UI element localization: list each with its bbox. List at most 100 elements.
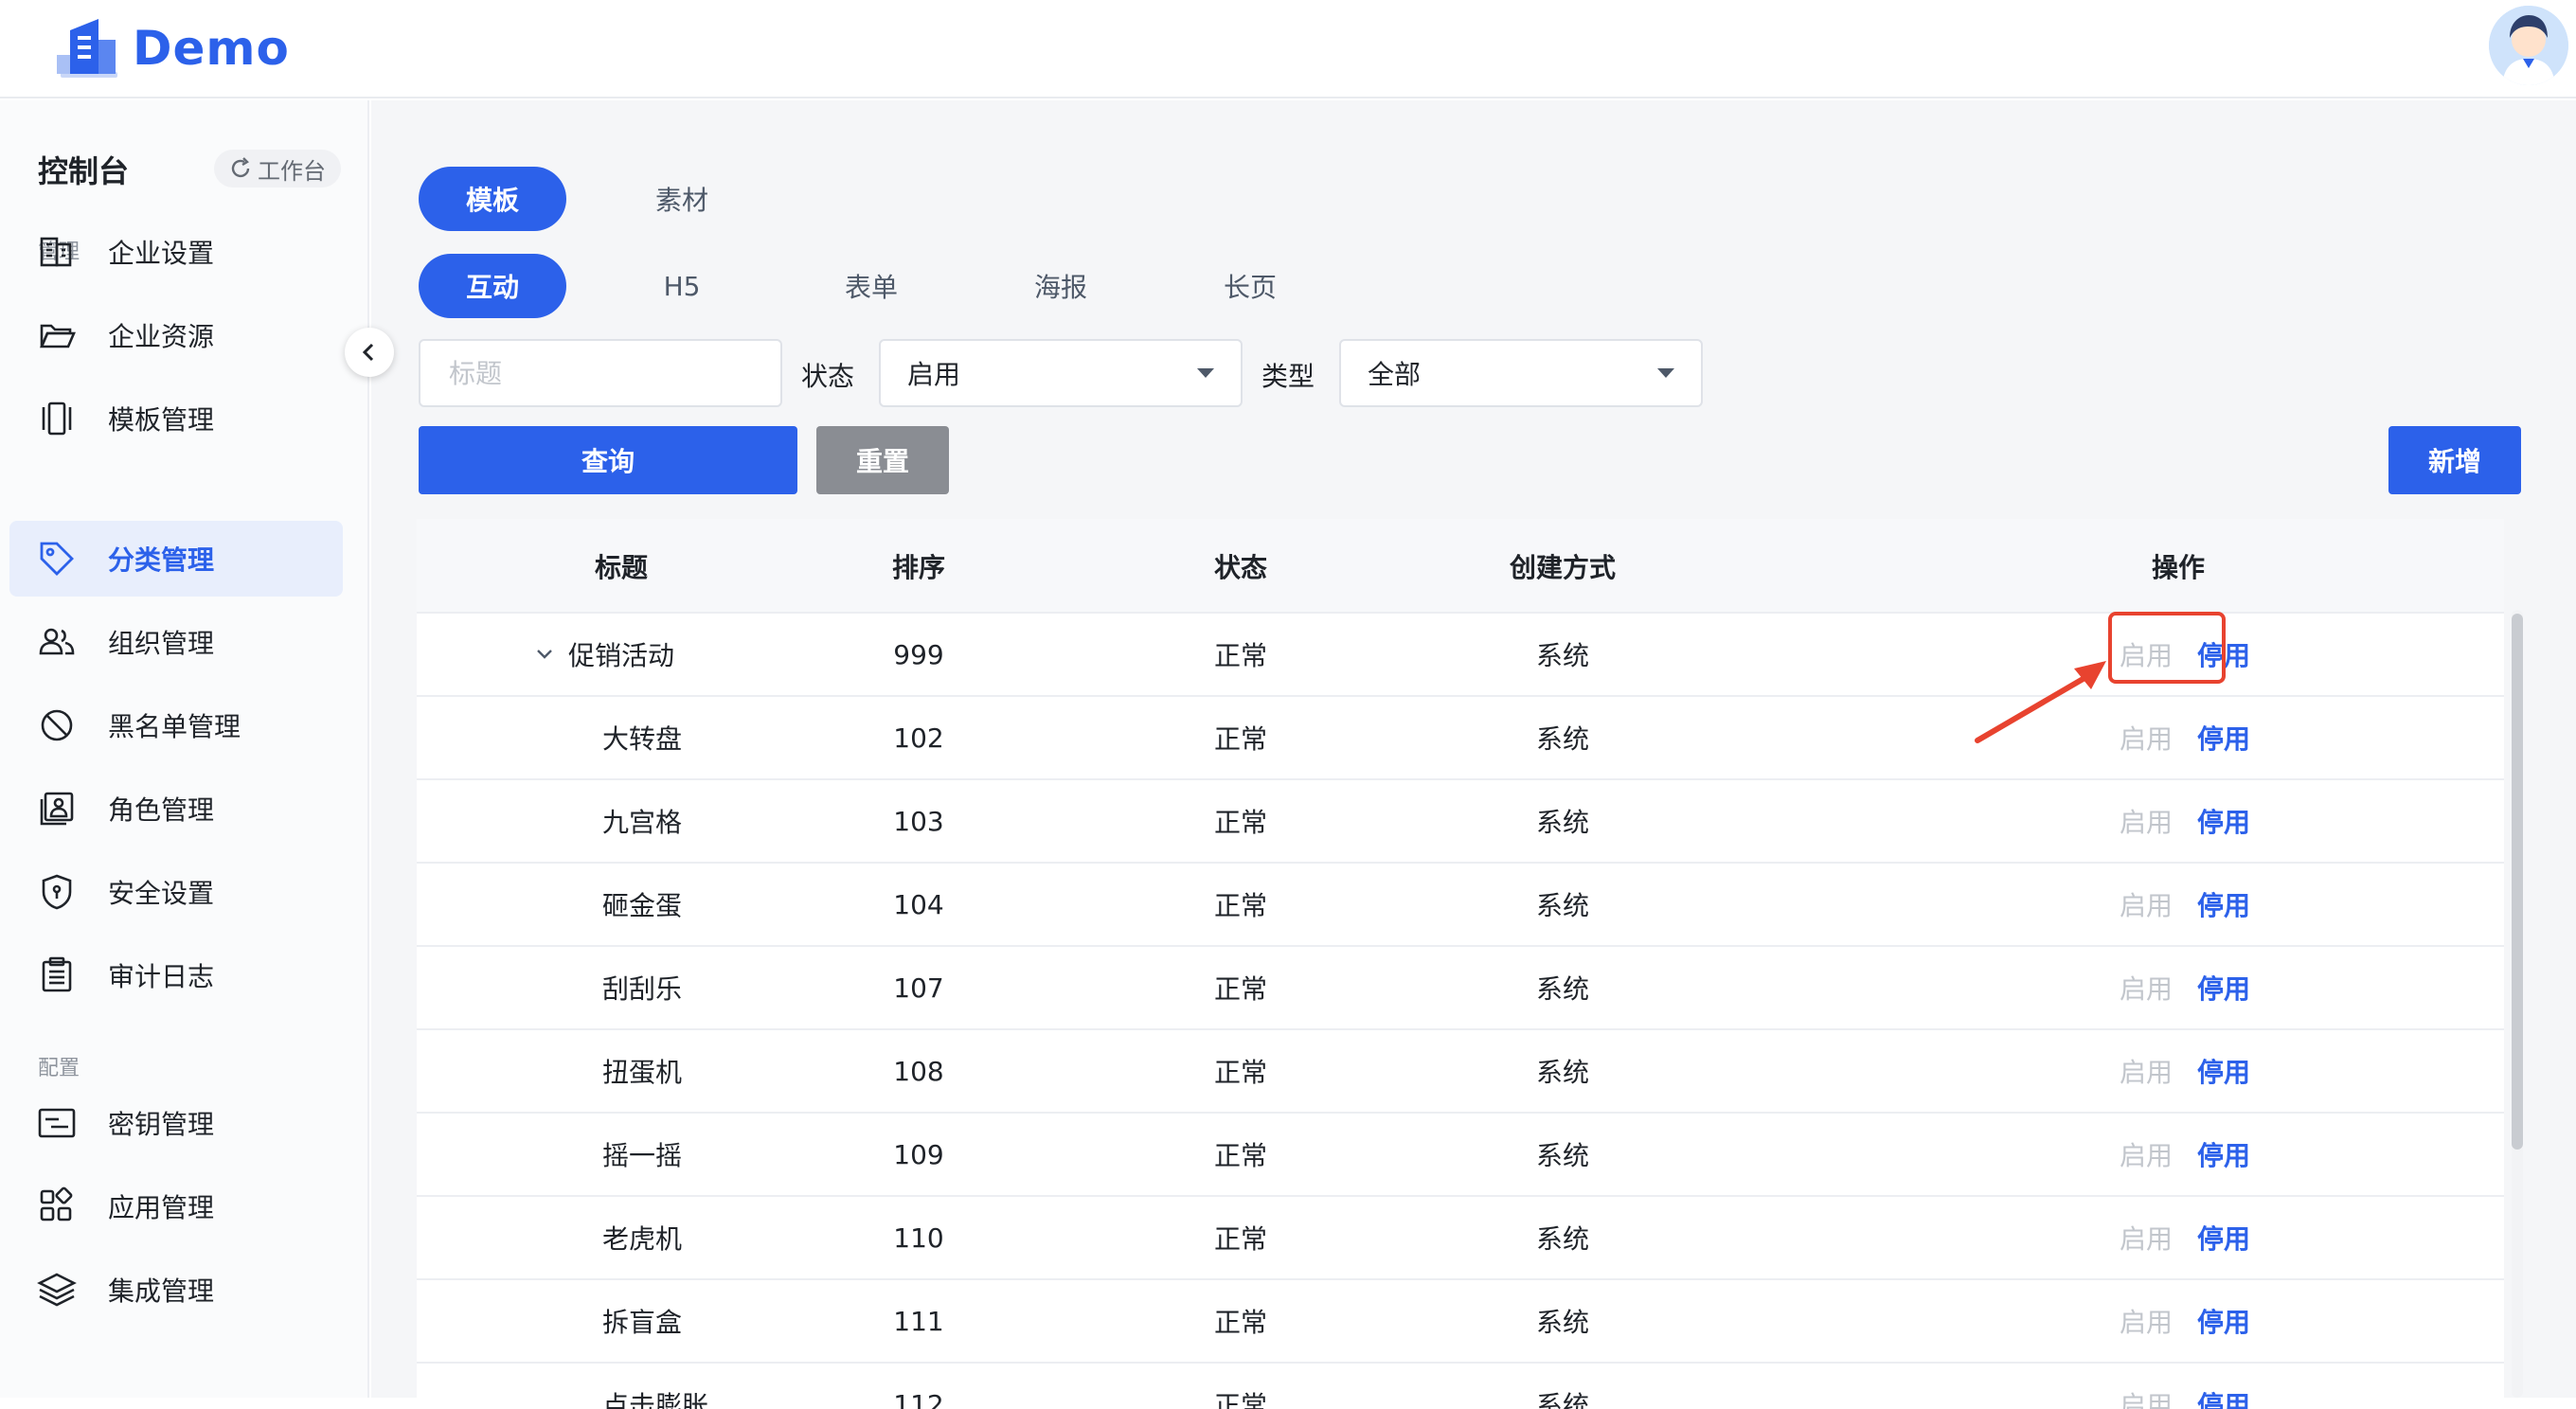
tab-h5[interactable]: H5 <box>608 254 756 318</box>
table-row[interactable]: 砸金蛋 104 正常 系统 启用 停用 <box>417 864 2504 947</box>
sidebar-item-audit-log[interactable]: 审计日志 <box>9 937 343 1013</box>
sidebar: 控制台 工作台 管理 企业设置 企业资源 模板管理 分类管理 组织管理 黑名单管… <box>0 100 369 1398</box>
row-actions: 启用 停用 <box>2084 1030 2368 1112</box>
layers-icon <box>37 1273 77 1307</box>
sidebar-item-app-management[interactable]: 应用管理 <box>9 1168 343 1244</box>
query-button[interactable]: 查询 <box>419 426 797 494</box>
disable-link[interactable]: 停用 <box>2197 1135 2250 1173</box>
row-title: 刮刮乐 <box>602 973 683 1005</box>
chevron-down-icon[interactable] <box>534 644 555 665</box>
sidebar-item-key-management[interactable]: 密钥管理 <box>9 1085 343 1161</box>
enable-link[interactable]: 启用 <box>2120 1135 2173 1173</box>
caret-down-icon <box>1197 368 1214 378</box>
disable-link[interactable]: 停用 <box>2197 1302 2250 1340</box>
collapse-sidebar-button[interactable] <box>345 328 394 377</box>
sidebar-item-template-management[interactable]: 模板管理 <box>9 381 343 456</box>
status-select-value: 启用 <box>907 359 961 390</box>
disable-link[interactable]: 停用 <box>2197 885 2250 923</box>
row-order: 112 <box>893 1388 944 1409</box>
reset-button[interactable]: 重置 <box>816 426 949 494</box>
enable-link[interactable]: 启用 <box>2120 1302 2173 1340</box>
column-header-method: 创建方式 <box>1509 552 1616 583</box>
disable-link[interactable]: 停用 <box>2197 1219 2250 1257</box>
annotation-highlight-box <box>2108 612 2226 684</box>
row-order: 111 <box>893 1305 944 1337</box>
table-scrollbar-thumb[interactable] <box>2512 614 2523 1150</box>
type-select[interactable]: 全部 <box>1339 339 1703 407</box>
enable-link[interactable]: 启用 <box>2120 969 2173 1007</box>
users-icon <box>39 628 75 655</box>
column-header-actions: 操作 <box>2151 552 2205 583</box>
table-row[interactable]: 摇一摇 109 正常 系统 启用 停用 <box>417 1114 2504 1197</box>
status-select[interactable]: 启用 <box>879 339 1243 407</box>
row-status: 正常 <box>1213 723 1267 755</box>
enable-link[interactable]: 启用 <box>2120 1219 2173 1257</box>
row-method: 系统 <box>1535 1390 1589 1409</box>
row-method: 系统 <box>1535 1057 1589 1088</box>
sidebar-item-integration-management[interactable]: 集成管理 <box>9 1252 343 1328</box>
sidebar-item-category-management[interactable]: 分类管理 <box>9 521 343 597</box>
table-row[interactable]: 刮刮乐 107 正常 系统 启用 停用 <box>417 947 2504 1030</box>
table-row[interactable]: 大转盘 102 正常 系统 启用 停用 <box>417 697 2504 780</box>
tab-interactive[interactable]: 互动 <box>419 254 566 318</box>
row-status: 正常 <box>1213 1307 1267 1338</box>
disable-link[interactable]: 停用 <box>2197 1052 2250 1090</box>
row-method: 系统 <box>1535 973 1589 1005</box>
app-logo[interactable]: Demo <box>57 15 289 81</box>
title-input[interactable] <box>447 356 754 390</box>
row-order: 109 <box>893 1138 944 1170</box>
row-actions: 启用 停用 <box>2084 947 2368 1028</box>
top-header: Demo <box>0 0 2576 98</box>
enable-link[interactable]: 启用 <box>2120 802 2173 840</box>
shield-icon <box>42 874 72 910</box>
annotation-arrow-icon <box>1975 661 2106 743</box>
id-card-icon <box>40 792 74 826</box>
table-row[interactable]: 扭蛋机 108 正常 系统 启用 停用 <box>417 1030 2504 1114</box>
row-status: 正常 <box>1213 1140 1267 1171</box>
type-select-value: 全部 <box>1368 359 1422 390</box>
workbench-label: 工作台 <box>258 157 326 185</box>
sidebar-item-enterprise-settings[interactable]: 企业设置 <box>9 214 343 290</box>
tab-template[interactable]: 模板 <box>419 167 566 231</box>
row-method: 系统 <box>1535 640 1589 671</box>
tab-form[interactable]: 表单 <box>797 254 945 318</box>
tab-poster[interactable]: 海报 <box>987 254 1135 318</box>
row-actions: 启用 停用 <box>2084 1197 2368 1278</box>
folder-icon <box>40 324 76 348</box>
clipboard-icon <box>42 956 72 992</box>
sidebar-item-blacklist-management[interactable]: 黑名单管理 <box>9 687 343 763</box>
enable-link[interactable]: 启用 <box>2120 1052 2173 1090</box>
disable-link[interactable]: 停用 <box>2197 802 2250 840</box>
row-actions: 启用 停用 <box>2084 780 2368 862</box>
enable-link[interactable]: 启用 <box>2120 719 2173 757</box>
add-button[interactable]: 新增 <box>2388 426 2521 494</box>
building-icon <box>40 237 72 267</box>
sidebar-item-label: 应用管理 <box>108 1192 215 1223</box>
sidebar-item-label: 集成管理 <box>108 1275 215 1307</box>
title-cell: 促销活动 <box>534 614 818 695</box>
sidebar-item-label: 分类管理 <box>108 544 215 576</box>
row-method: 系统 <box>1535 1223 1589 1255</box>
sidebar-item-label: 审计日志 <box>108 961 215 992</box>
sidebar-item-label: 企业资源 <box>108 321 215 352</box>
disable-link[interactable]: 停用 <box>2197 969 2250 1007</box>
workbench-button[interactable]: 工作台 <box>214 150 341 187</box>
sidebar-item-enterprise-resources[interactable]: 企业资源 <box>9 297 343 373</box>
sidebar-item-security-settings[interactable]: 安全设置 <box>9 854 343 930</box>
disable-link[interactable]: 停用 <box>2197 719 2250 757</box>
sidebar-item-role-management[interactable]: 角色管理 <box>9 771 343 847</box>
table-row[interactable]: 老虎机 110 正常 系统 启用 停用 <box>417 1197 2504 1280</box>
tab-long-page[interactable]: 长页 <box>1176 254 1324 318</box>
title-search-field[interactable] <box>419 339 782 407</box>
apps-icon <box>40 1186 73 1222</box>
tab-material[interactable]: 素材 <box>608 167 756 231</box>
sidebar-item-label: 组织管理 <box>108 628 215 659</box>
sidebar-item-organization-management[interactable]: 组织管理 <box>9 604 343 680</box>
row-title: 点击膨胀 <box>602 1390 709 1409</box>
table-row[interactable]: 点击膨胀 112 正常 系统 启用 停用 <box>417 1364 2504 1409</box>
table-row[interactable]: 拆盲盒 111 正常 系统 启用 停用 <box>417 1280 2504 1364</box>
refresh-icon <box>231 157 250 178</box>
enable-link[interactable]: 启用 <box>2120 885 2173 923</box>
user-avatar[interactable] <box>2489 6 2568 85</box>
table-row[interactable]: 九宫格 103 正常 系统 启用 停用 <box>417 780 2504 864</box>
